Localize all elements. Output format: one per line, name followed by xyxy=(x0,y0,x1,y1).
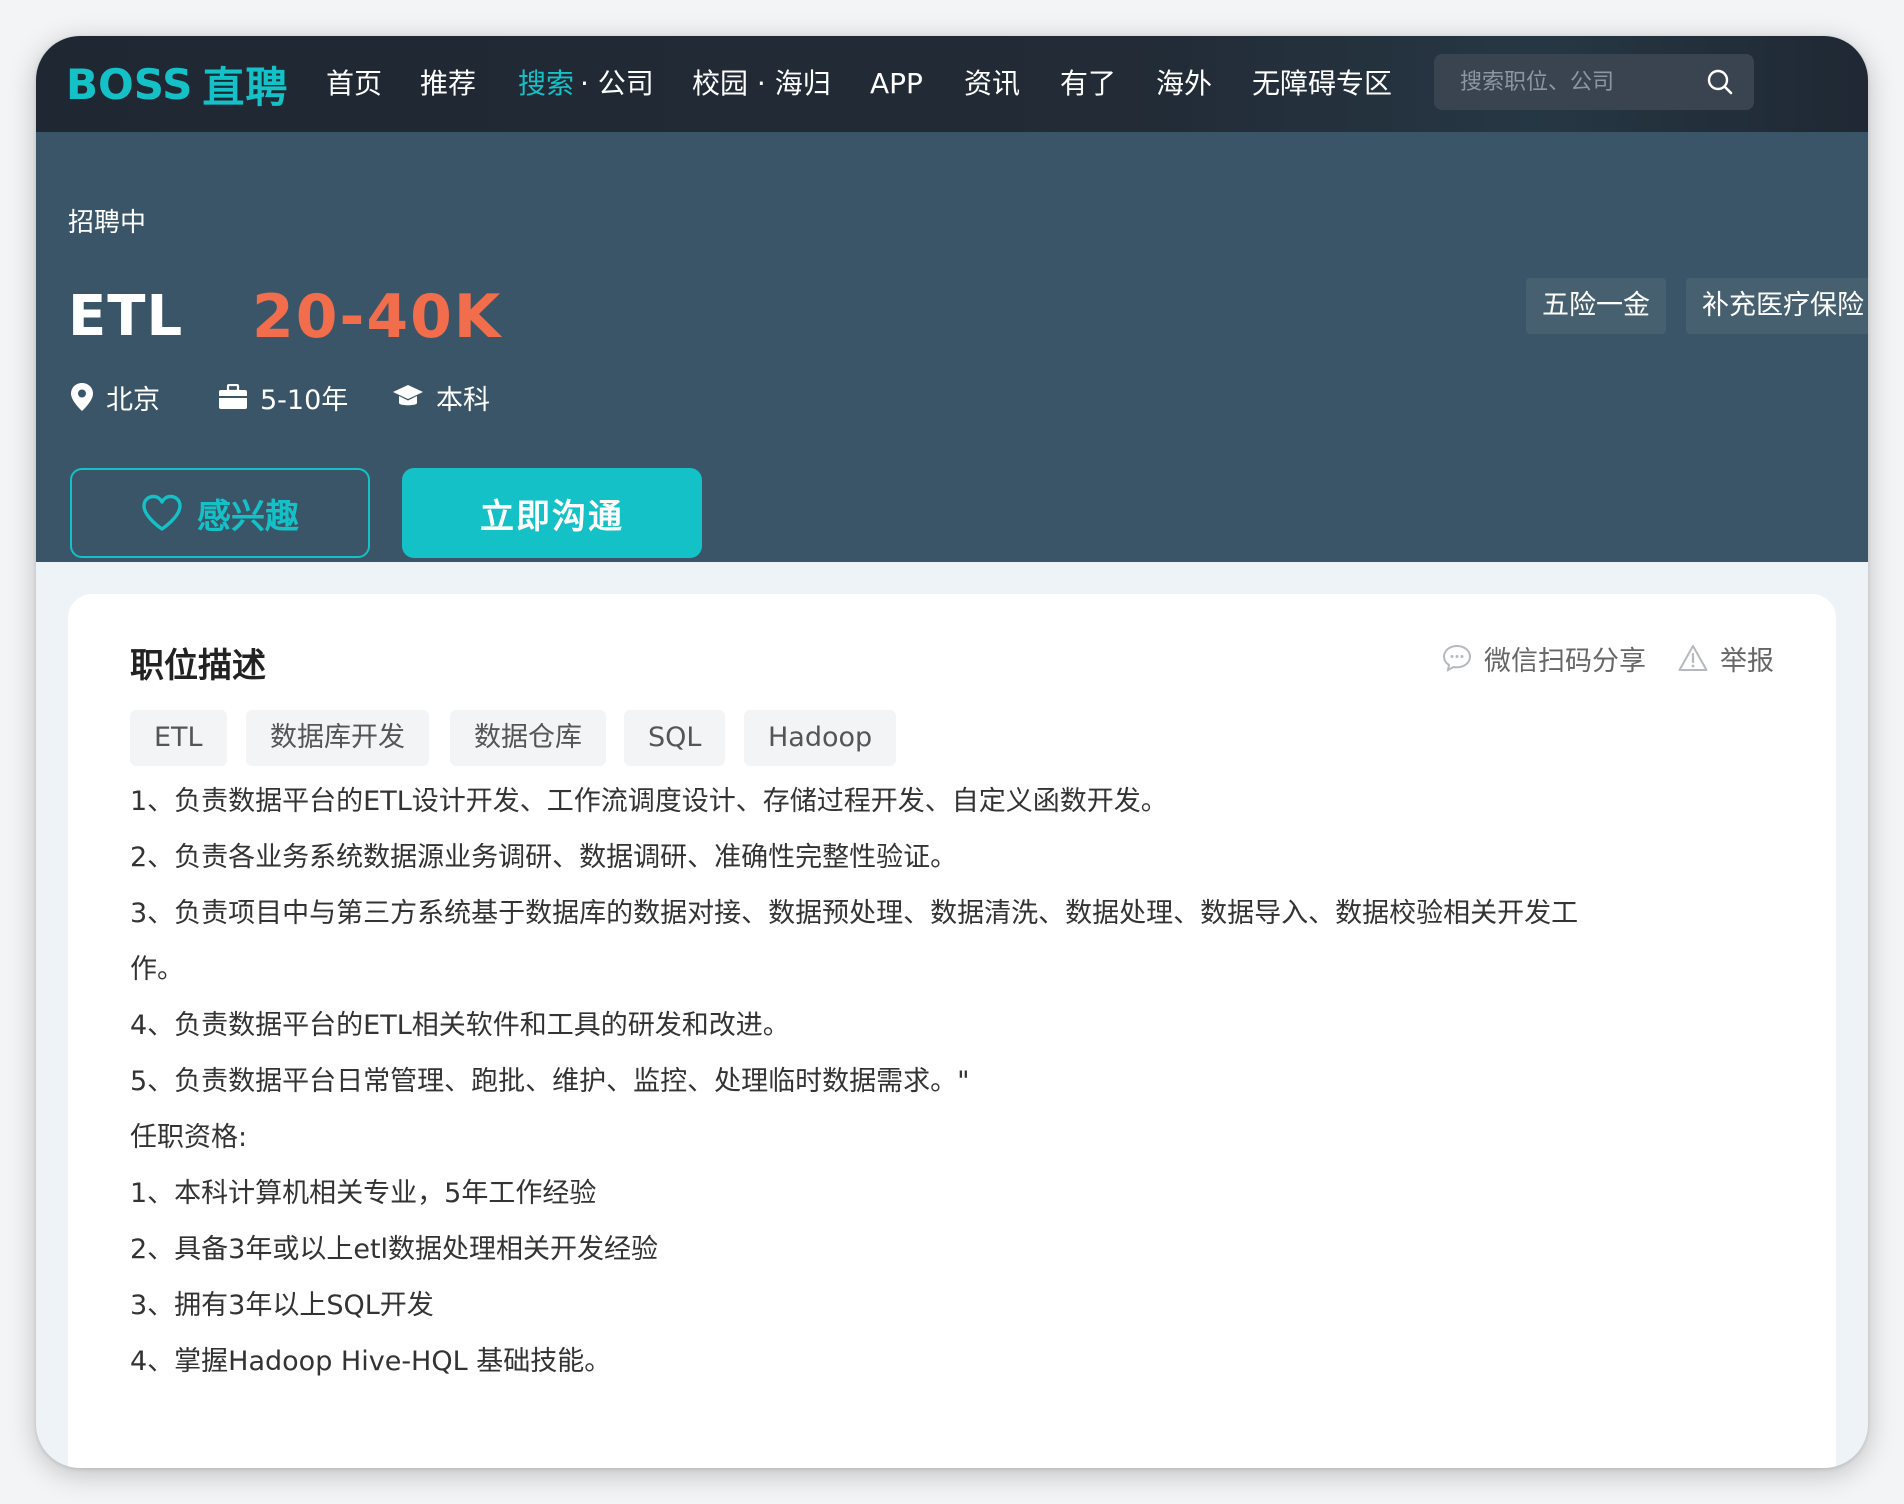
logo-zhipin-text: 直聘 xyxy=(202,62,289,112)
nav-campus-overseas[interactable]: 校园 · 海归 xyxy=(692,64,831,104)
wechat-share-link[interactable]: 微信扫码分享 xyxy=(1442,638,1646,678)
benefit-tag: 五险一金 xyxy=(1526,278,1666,334)
description-line: 5、负责数据平台日常管理、跑批、维护、监控、处理临时数据需求。" xyxy=(130,1066,970,1097)
job-title: ETL xyxy=(68,284,184,349)
description-line: 2、负责各业务系统数据源业务调研、数据调研、准确性完整性验证。 xyxy=(130,842,958,873)
nav-search[interactable]: 搜索 xyxy=(518,64,574,104)
search-icon[interactable] xyxy=(1706,68,1734,96)
chat-bubble-icon xyxy=(1442,644,1472,672)
search-box xyxy=(1434,54,1754,110)
description-line: 4、负责数据平台的ETL相关软件和工具的研发和改进。 xyxy=(130,1010,790,1041)
skill-tag: SQL xyxy=(624,710,726,766)
job-salary: 20-40K xyxy=(252,282,503,352)
description-line: 4、掌握Hadoop Hive-HQL 基础技能。 xyxy=(130,1346,612,1377)
description-line: 1、负责数据平台的ETL设计开发、工作流调度设计、存储过程开发、自定义函数开发。 xyxy=(130,786,1168,817)
logo-boss-text: BOSS xyxy=(66,59,193,109)
search-input[interactable] xyxy=(1434,54,1694,110)
warning-icon xyxy=(1678,645,1708,671)
job-experience-text: 5-10年 xyxy=(260,384,349,416)
report-link[interactable]: 举报 xyxy=(1678,638,1774,678)
interest-button[interactable]: 感兴趣 xyxy=(70,468,370,558)
nav-home[interactable]: 首页 xyxy=(326,64,382,104)
description-line: 作。 xyxy=(130,954,184,985)
nav-youle[interactable]: 有了 xyxy=(1060,64,1116,104)
job-header: 招聘中 ETL 20-40K 五险一金 补充医疗保险 北京 5-10年 本科 感… xyxy=(36,132,1868,562)
browser-window: BOSS 直聘 首页 推荐 搜索 · 公司 校园 · 海归 APP 资讯 有了 … xyxy=(36,36,1868,1468)
job-education-text: 本科 xyxy=(436,384,490,416)
briefcase-icon xyxy=(219,384,247,409)
nav-company[interactable]: · 公司 xyxy=(580,64,654,104)
skill-tag: 数据仓库 xyxy=(450,710,606,766)
graduation-cap-icon xyxy=(393,385,423,406)
report-label: 举报 xyxy=(1720,645,1774,677)
interest-button-label: 感兴趣 xyxy=(197,496,299,537)
description-line: 2、具备3年或以上etl数据处理相关开发经验 xyxy=(130,1234,659,1265)
nav-news[interactable]: 资讯 xyxy=(964,64,1020,104)
job-description-text: 1、负责数据平台的ETL设计开发、工作流调度设计、存储过程开发、自定义函数开发。… xyxy=(130,774,1790,1390)
description-line: 任职资格: xyxy=(130,1122,248,1153)
job-description-card: 职位描述 微信扫码分享 举报 ETL 数据库开发 数据仓库 SQL Hadoop… xyxy=(68,594,1836,1468)
chat-now-button[interactable]: 立即沟通 xyxy=(402,468,702,558)
location-pin-icon xyxy=(71,383,93,411)
chat-now-button-label: 立即沟通 xyxy=(480,496,624,537)
top-nav: BOSS 直聘 首页 推荐 搜索 · 公司 校园 · 海归 APP 资讯 有了 … xyxy=(36,36,1868,132)
nav-accessibility[interactable]: 无障碍专区 xyxy=(1252,64,1392,104)
skill-tag: 数据库开发 xyxy=(246,710,429,766)
section-title: 职位描述 xyxy=(130,646,266,686)
heart-icon xyxy=(142,494,182,531)
skill-tag: Hadoop xyxy=(744,710,897,766)
job-location: 北京 xyxy=(70,379,160,416)
job-education: 本科 xyxy=(392,379,490,416)
boss-logo[interactable]: BOSS 直聘 xyxy=(66,58,288,112)
description-line: 1、本科计算机相关专业，5年工作经验 xyxy=(130,1178,597,1209)
job-experience: 5-10年 xyxy=(218,379,349,416)
wechat-share-label: 微信扫码分享 xyxy=(1484,645,1646,677)
description-line: 3、负责项目中与第三方系统基于数据库的数据对接、数据预处理、数据清洗、数据处理、… xyxy=(130,898,1579,929)
job-status: 招聘中 xyxy=(68,208,147,238)
job-location-text: 北京 xyxy=(106,384,160,416)
description-line: 3、拥有3年以上SQL开发 xyxy=(130,1290,434,1321)
skill-tag: ETL xyxy=(130,710,227,766)
nav-overseas[interactable]: 海外 xyxy=(1156,64,1212,104)
nav-recommend[interactable]: 推荐 xyxy=(420,64,476,104)
nav-app[interactable]: APP xyxy=(870,64,923,104)
benefit-tag: 补充医疗保险 xyxy=(1686,278,1868,334)
